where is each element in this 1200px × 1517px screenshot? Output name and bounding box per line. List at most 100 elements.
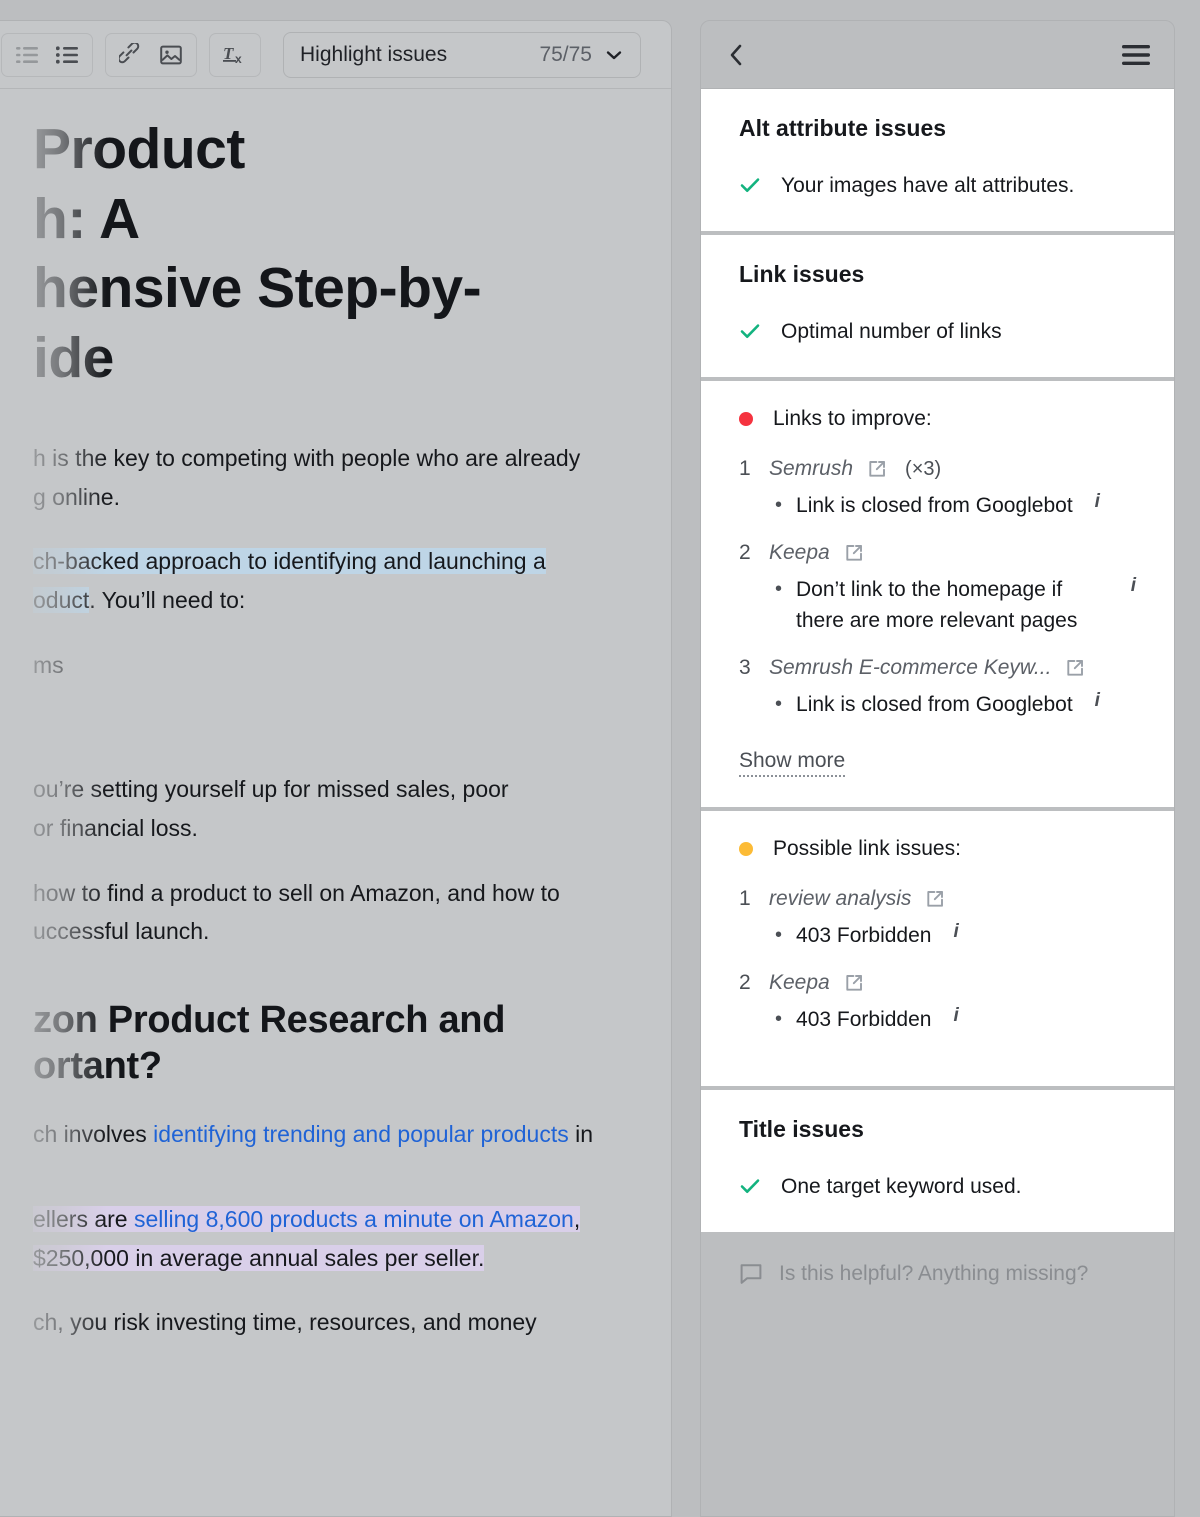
doc-paragraph-3: ms (33, 646, 637, 685)
item-number: 2 (739, 541, 751, 565)
document-editor: T x Highlight issues 75/75 Product h: A … (0, 20, 672, 1517)
warning-dot-icon (739, 841, 753, 856)
link-issue-text: Link is closed from Googlebot (796, 494, 1073, 517)
doc-p6-pre: ch invol (33, 1121, 111, 1148)
link-item-header[interactable]: 1 review analysis (739, 887, 1136, 911)
alt-attribute-ok-text: Your images have alt attributes. (781, 174, 1075, 197)
card-possible-link-issues: Possible link issues: 1 review analysis (701, 810, 1174, 1086)
panel-body[interactable]: Alt attribute issues Your images have al… (701, 89, 1174, 1516)
doc-p6-post: in (568, 1121, 594, 1148)
external-link-icon[interactable] (844, 973, 864, 993)
item-number: 3 (739, 656, 751, 680)
doc-p6-bold: ves (110, 1121, 154, 1148)
doc-p5-line-1: how to find a product to sell on Amazon,… (33, 879, 560, 906)
link-issue-text: 403 Forbidden (796, 1008, 932, 1032)
chevron-left-icon[interactable] (725, 42, 749, 68)
link-anchor-text[interactable]: Semrush E-commerce Keyw... (769, 656, 1051, 680)
link-issue-detail: • 403 Forbidden i (739, 921, 1136, 951)
doc-title: Product h: A hensive Step-by- ide (33, 115, 637, 393)
link-issues-title: Link issues (739, 261, 865, 287)
doc-subheading: zon Product Research and ortant? (33, 997, 637, 1090)
info-icon[interactable]: i (1131, 575, 1136, 636)
doc-p7-line-2-b: in average annual sales per seller. (128, 1244, 485, 1271)
doc-h2-line-1: zon Product Research and (33, 998, 506, 1041)
external-link-icon[interactable] (844, 543, 864, 563)
doc-h2-line-2: ortant? (33, 1045, 162, 1088)
links-to-improve-header: Links to improve: (739, 407, 1136, 431)
doc-p3-text: ms (33, 651, 64, 678)
doc-p7-pre: ellers (33, 1206, 95, 1233)
highlight-issues-count: 75/75 (539, 42, 592, 66)
bottom-fade-overlay (0, 1464, 671, 1516)
external-link-icon[interactable] (1065, 658, 1085, 678)
feedback-footer[interactable]: Is this helpful? Anything missing? (701, 1232, 1174, 1312)
list-item: 1 Semrush (×3) • Link is closed from Goo (739, 457, 1136, 521)
check-icon (739, 1175, 761, 1202)
bullet-icon: • (775, 693, 783, 716)
doc-p1-line-2: g online. (33, 483, 120, 510)
show-more-link[interactable]: Show more (739, 749, 846, 777)
check-icon (739, 320, 761, 347)
error-dot-icon (739, 412, 753, 426)
seo-assistant-panel: Alt attribute issues Your images have al… (700, 20, 1175, 1517)
alt-attribute-ok-row: Your images have alt attributes. (739, 172, 1136, 201)
doc-p8-text: ch, you risk investing time, resources, … (33, 1309, 537, 1336)
info-icon[interactable]: i (953, 921, 958, 951)
card-link-issues: Link issues Optimal number of links (701, 235, 1174, 377)
image-icon[interactable] (154, 39, 188, 71)
info-icon[interactable]: i (1095, 690, 1100, 720)
insert-tools-group (105, 32, 197, 77)
doc-p4-line-2: or financial loss. (33, 814, 198, 841)
possible-link-issues-label: Possible link issues: (773, 836, 961, 860)
doc-p7-mid: are (94, 1206, 134, 1233)
item-number: 2 (739, 971, 751, 995)
ordered-list-icon[interactable] (10, 39, 44, 71)
list-item: 1 review analysis • 403 Forbidden i (739, 887, 1136, 951)
link-item-header[interactable]: 2 Keepa (739, 971, 1136, 995)
info-icon[interactable]: i (1095, 491, 1100, 521)
link-anchor-text[interactable]: Keepa (769, 971, 830, 995)
app-screen: T x Highlight issues 75/75 Product h: A … (0, 0, 1200, 1517)
link-issues-ok-text: Optimal number of links (781, 320, 1002, 343)
info-icon[interactable]: i (953, 1005, 958, 1035)
doc-p2-line-2-rest: . You’ll need to: (89, 587, 246, 613)
link-anchor-text[interactable]: Semrush (769, 457, 853, 481)
hamburger-menu-icon[interactable] (1122, 44, 1150, 66)
doc-paragraph-5: how to find a product to sell on Amazon,… (33, 874, 637, 951)
link-occurrence-count: (×3) (905, 457, 942, 480)
clear-formatting-icon[interactable]: T x (218, 39, 252, 71)
doc-title-line-4: ide (33, 325, 114, 390)
highlight-issues-label: Highlight issues (300, 42, 448, 66)
title-issues-title: Title issues (739, 1115, 864, 1142)
link-issues-ok-row: Optimal number of links (739, 318, 1136, 347)
link-item-header[interactable]: 3 Semrush E-commerce Keyw... (739, 656, 1136, 680)
highlight-issues-select[interactable]: Highlight issues 75/75 (283, 31, 641, 78)
item-number: 1 (739, 457, 751, 480)
list-item: 2 Keepa • 403 Forbidden i (739, 971, 1136, 1035)
bullet-list-icon[interactable] (50, 39, 84, 71)
external-link-icon[interactable] (867, 459, 887, 479)
doc-p6-link[interactable]: identifying trending and popular product… (153, 1121, 569, 1147)
link-anchor-text[interactable]: Keepa (769, 541, 830, 565)
link-item-header[interactable]: 2 Keepa (739, 541, 1136, 565)
document-content[interactable]: Product h: A hensive Step-by- ide h is t… (0, 89, 671, 1516)
link-icon[interactable] (114, 39, 148, 71)
speech-bubble-icon (739, 1262, 763, 1286)
link-issue-detail: • Link is closed from Googlebot i (739, 690, 1136, 720)
chevron-down-icon (604, 45, 624, 65)
doc-p5-line-2: uccessful launch. (33, 918, 210, 945)
doc-p7-line-2-a: $250,000 (33, 1244, 129, 1271)
link-anchor-text[interactable]: review analysis (769, 887, 911, 911)
feedback-text: Is this helpful? Anything missing? (779, 1261, 1089, 1285)
links-to-improve-label: Links to improve: (773, 407, 932, 430)
doc-title-line-3: hensive Step-by- (33, 256, 482, 321)
doc-p7-comma: , (573, 1206, 581, 1233)
card-links-to-improve: Links to improve: 1 Semrush (×3) • Link … (701, 381, 1174, 807)
external-link-icon[interactable] (925, 889, 945, 909)
link-issue-detail: • 403 Forbidden i (739, 1005, 1136, 1035)
bullet-icon: • (775, 494, 783, 516)
svg-text:x: x (235, 52, 242, 66)
doc-p7-link[interactable]: selling 8,600 products a minute on Amazo… (134, 1206, 574, 1233)
possible-link-issues-header: Possible link issues: (739, 837, 1136, 861)
link-item-header[interactable]: 1 Semrush (×3) (739, 457, 1136, 481)
